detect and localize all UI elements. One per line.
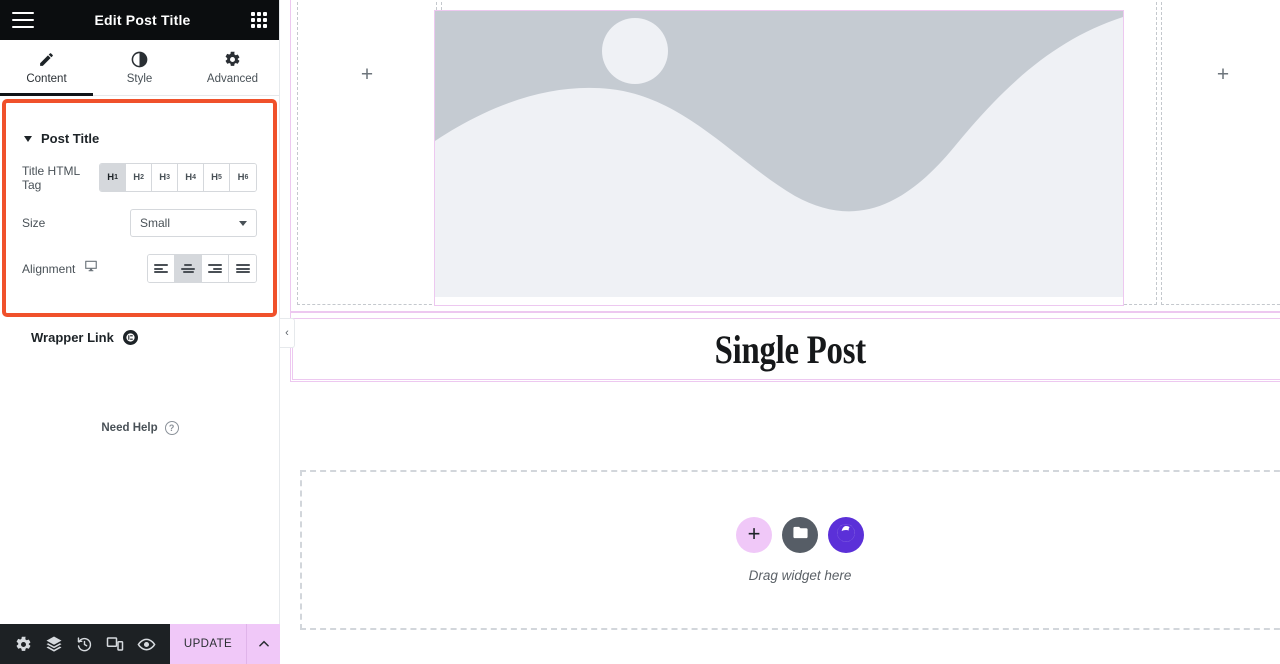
widgets-grid-icon[interactable] [251,12,267,28]
elementor-pro-icon [123,330,138,345]
tab-content-label: Content [26,73,66,85]
control-size: Size Small [6,209,273,237]
html-tag-h2[interactable]: H2 [126,164,152,191]
editor-panel: Edit Post Title Content [0,0,280,664]
folder-icon [792,524,809,546]
desktop-monitor-icon[interactable] [84,259,98,278]
panel-title: Edit Post Title [34,12,251,28]
panel-tabs: Content Style Advanced [0,40,279,96]
size-select-value: Small [140,216,170,230]
plus-icon[interactable]: + [361,64,373,85]
size-select[interactable]: Small [130,209,257,237]
panel-footer: UPDATE [0,624,280,664]
html-tag-h4[interactable]: H4 [178,164,204,191]
editor-canvas: + + Single Post + [280,0,1280,664]
gear-icon [224,51,241,68]
section-wrapper-link[interactable]: Wrapper Link [0,330,280,345]
tab-style-label: Style [127,73,153,85]
section-post-title-header[interactable]: Post Title [6,103,273,146]
align-left-icon[interactable] [148,255,175,282]
panel-collapse-handle[interactable]: ‹ [280,318,295,348]
add-buttons-row: + [736,517,864,553]
chevron-up-icon[interactable] [246,624,280,664]
footer-icon-bar [0,624,170,664]
section-post-title-label: Post Title [41,131,99,146]
tab-content[interactable]: Content [0,40,93,95]
need-help[interactable]: Need Help ? [0,421,280,435]
size-label: Size [22,216,45,230]
control-alignment: Alignment [6,254,273,283]
pencil-icon [38,51,55,68]
control-title-html-tag: Title HTML Tag H1 H2 H3 H4 H5 H6 [6,163,273,192]
update-button[interactable]: UPDATE [170,624,246,664]
panel-header: Edit Post Title [0,0,279,40]
question-circle-icon: ? [165,421,179,435]
left-column[interactable]: + [297,0,437,305]
post-title-widget[interactable]: Single Post [292,318,1280,380]
caret-down-icon [24,136,32,142]
alignment-label: Alignment [22,262,75,276]
tab-advanced-label: Advanced [207,73,258,85]
chevron-down-icon [239,221,247,226]
section-wrapper-link-label: Wrapper Link [31,330,114,345]
align-justify-icon[interactable] [229,255,256,282]
title-html-tag-group: H1 H2 H3 H4 H5 H6 [99,163,257,192]
add-template-button[interactable] [782,517,818,553]
align-right-icon[interactable] [202,255,229,282]
html-tag-h5[interactable]: H5 [204,164,230,191]
html-tag-h1[interactable]: H1 [100,164,126,191]
drag-widget-label: Drag widget here [749,568,852,583]
history-revisions-icon[interactable] [76,636,93,653]
featured-image-widget[interactable] [434,10,1124,306]
responsive-mode-icon[interactable] [106,635,124,653]
alignment-group [147,254,257,283]
right-column[interactable]: + [1161,0,1280,305]
update-button-label: UPDATE [184,638,232,650]
tab-advanced[interactable]: Advanced [186,40,279,95]
section-post-title: Post Title Title HTML Tag H1 H2 H3 H4 H5… [2,99,277,317]
widget-drop-zone[interactable]: + [300,470,1280,630]
ai-face-icon [836,523,856,548]
post-title-text: Single Post [714,326,865,373]
hamburger-menu-icon[interactable] [12,12,34,28]
add-element-button[interactable]: + [736,517,772,553]
tab-style[interactable]: Style [93,40,186,95]
elementor-editor: Edit Post Title Content [0,0,1280,664]
ai-button[interactable] [828,517,864,553]
settings-gear-icon[interactable] [15,636,32,653]
landscape-image-placeholder [435,11,1123,297]
html-tag-h6[interactable]: H6 [230,164,256,191]
title-section-container[interactable]: Single Post [290,312,1280,382]
preview-eye-icon[interactable] [137,635,156,654]
html-tag-h3[interactable]: H3 [152,164,178,191]
align-center-icon[interactable] [175,255,202,282]
section-wrapper-link-header[interactable]: Wrapper Link [0,330,280,345]
contrast-circle-icon [131,51,148,68]
plus-icon[interactable]: + [1217,64,1229,85]
navigator-layers-icon[interactable] [45,635,63,653]
plus-icon: + [748,523,761,545]
need-help-label: Need Help [101,422,157,434]
title-html-tag-label: Title HTML Tag [22,164,99,192]
